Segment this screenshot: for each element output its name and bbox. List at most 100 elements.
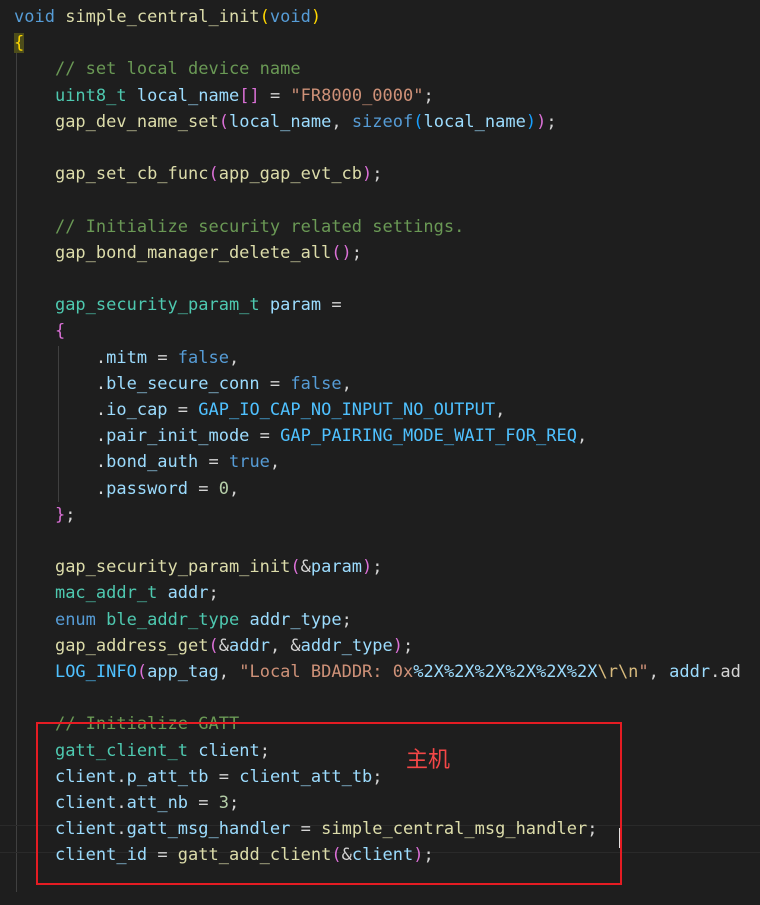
code-token: LOG_INFO [54,662,137,682]
code-token: sizeof [351,111,414,132]
code-token: local_name [423,111,526,132]
code-token: password [106,478,189,499]
code-line[interactable]: .pair_init_mode = GAP_PAIRING_MODE_WAIT_… [14,423,587,449]
code-line[interactable]: gap_security_param_t param = [14,292,342,318]
code-token: local_name [228,111,332,132]
code-line[interactable]: uint8_t local_name[] = "FR8000_0000"; [14,83,434,109]
code-token: , [576,426,588,447]
code-token: ; [403,635,414,656]
code-token: false [290,373,342,394]
code-line[interactable]: gap_bond_manager_delete_all(); [14,240,362,266]
code-line[interactable]: gap_address_get(&addr, &addr_type); [14,633,413,659]
code-line[interactable]: gap_set_cb_func(app_gap_evt_cb); [14,161,383,187]
code-line[interactable]: LOG_INFO(app_tag, "Local BDADDR: 0x%2X%2… [14,659,741,685]
code-token: "FR8000_0000" [290,85,424,106]
code-token: ( [136,662,148,682]
code-token: = [188,478,219,499]
code-token: %2X%2X%2X%2X%2X%2X [413,662,598,682]
code-token: addr [167,583,209,604]
code-line[interactable]: // set local device name [14,56,301,82]
code-token: , [495,400,506,420]
code-line[interactable]: .password = 0, [14,476,239,502]
code-line[interactable]: }; [14,502,76,528]
code-line[interactable]: gap_security_param_init(&param); [14,554,383,580]
code-token: ; [546,111,557,132]
code-editor[interactable]: void simple_central_init(void){ // set l… [0,0,760,905]
code-token: . [14,426,107,447]
code-token: enum [54,609,96,630]
code-token: { [54,321,66,342]
code-token: . [14,400,107,420]
code-token: , [218,662,240,682]
code-line[interactable]: .mitm = false, [14,345,239,371]
code-token: ( [413,111,424,132]
code-token: ble_addr_type [106,609,240,630]
code-token: gap_address_get [54,635,209,656]
code-line[interactable]: enum ble_addr_type addr_type; [14,607,352,633]
code-line[interactable]: .io_cap = GAP_IO_CAP_NO_INPUT_NO_OUTPUT, [14,397,505,423]
code-token: addr [228,635,270,656]
code-token: mac_addr_t [54,583,158,604]
code-token: & [218,635,229,656]
code-token: . [14,373,107,394]
code-token: { [14,33,25,54]
code-token: "Local BDADDR: 0x [239,662,414,682]
code-line[interactable]: // Initialize security related settings. [14,214,464,240]
code-token: ( [290,557,301,578]
code-token: \r\n [597,662,639,682]
code-token: ) [310,7,322,27]
code-token: false [177,347,229,368]
code-token: GAP_PAIRING_MODE_WAIT_FOR_REQ [280,426,577,447]
code-token: gap_dev_name_set [54,111,219,132]
code-line[interactable]: void simple_central_init(void) [14,4,321,30]
code-line[interactable]: { [14,30,25,56]
code-token: = [249,426,281,447]
code-token: ; [372,164,383,185]
code-token: , [269,452,281,473]
code-line[interactable]: gap_dev_name_set(local_name, sizeof(loca… [14,109,557,135]
code-token: [] [239,85,260,106]
annotation-label: 主机 [406,748,451,773]
code-token: ) [525,111,537,132]
code-line[interactable]: .ble_secure_conn = false, [14,371,352,397]
code-token: = [147,347,178,368]
code-line[interactable]: .bond_auth = true, [14,449,280,475]
code-token: ( [218,111,229,132]
code-token: gap_set_cb_func [54,164,209,185]
code-token: void [269,7,311,27]
code-token: = [198,452,229,473]
code-token: app_gap_evt_cb [218,164,363,185]
code-token: , [331,111,352,132]
code-token: simple_central_init [65,7,260,27]
code-token: ( [208,164,219,185]
code-token: bond_auth [106,452,199,473]
code-token: uint8_t [54,85,127,106]
code-token: , [341,373,352,394]
code-token: addr_type [300,635,393,656]
code-token: void [14,7,55,27]
code-token: io_cap [106,400,168,420]
code-token: true [228,452,270,473]
code-token: gap_security_param_init [54,557,291,578]
code-token: . [14,347,107,368]
code-token: " [638,662,649,682]
code-line[interactable]: mac_addr_t addr; [14,580,219,606]
code-token: ; [423,85,434,106]
code-token: mitm [106,347,148,368]
code-line[interactable]: { [14,318,65,344]
code-token: () [331,242,352,263]
code-token: . [14,452,107,473]
